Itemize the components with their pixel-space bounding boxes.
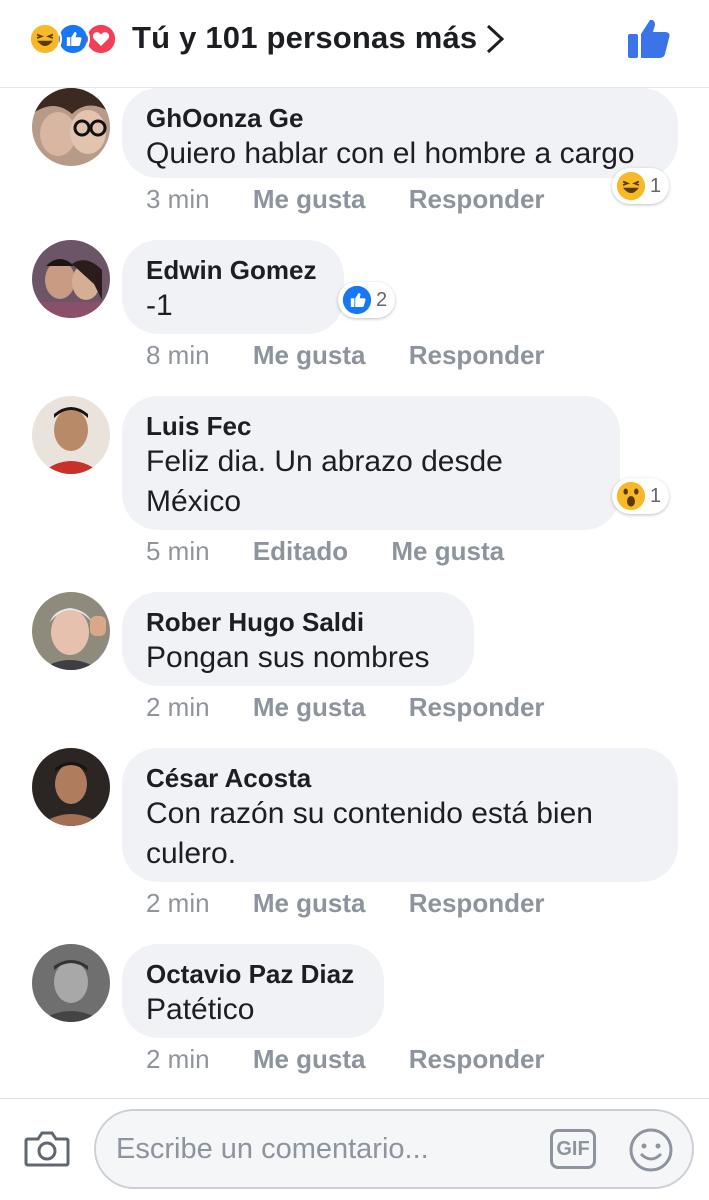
like-action[interactable]: Me gusta	[391, 536, 504, 567]
edited-label[interactable]: Editado	[253, 536, 348, 567]
reply-action[interactable]: Responder	[409, 184, 545, 215]
like-action[interactable]: Me gusta	[253, 1044, 366, 1075]
comment-bubble[interactable]: GhOonza Ge Quiero hablar con el hombre a…	[122, 88, 678, 178]
comment-text: culero.	[146, 837, 237, 870]
reply-action[interactable]: Responder	[409, 340, 545, 371]
comment-text: Pongan sus nombres	[146, 641, 430, 674]
avatar[interactable]	[32, 592, 110, 670]
like-action[interactable]: Me gusta	[253, 888, 366, 919]
comment-text: Con razón su contenido está bien	[146, 797, 593, 830]
comment-text: México	[146, 485, 242, 518]
avatar[interactable]	[32, 396, 110, 474]
comment-text: Feliz dia. Un abrazo desde	[146, 445, 503, 478]
comment-meta: 2 min Me gusta Responder	[146, 1044, 581, 1075]
reply-action[interactable]: Responder	[409, 1044, 545, 1075]
reactions-summary-text[interactable]: Tú y 101 personas más	[132, 20, 477, 56]
comment-meta: 5 min Editado Me gusta	[146, 536, 540, 567]
chevron-right-icon[interactable]	[482, 22, 508, 56]
comment-bubble[interactable]: Octavio Paz Diaz Patético	[122, 944, 384, 1038]
reactions-header[interactable]: Tú y 101 personas más	[0, 0, 709, 88]
comment-reaction-badge[interactable]: 1	[612, 478, 670, 514]
avatar[interactable]	[32, 748, 110, 826]
comment-time: 2 min	[146, 692, 210, 722]
comment-input-placeholder: Escribe un comentario...	[116, 1133, 429, 1165]
comment-thread[interactable]: GhOonza Ge Quiero hablar con el hombre a…	[0, 88, 709, 1098]
comment-text: Patético	[146, 993, 255, 1026]
comment-text: Quiero hablar con el hombre a cargo	[146, 137, 635, 170]
reply-action[interactable]: Responder	[409, 888, 545, 919]
comment-author[interactable]: GhOonza Ge	[146, 102, 654, 134]
camera-icon[interactable]	[24, 1127, 70, 1169]
thumbs-up-icon[interactable]	[626, 16, 672, 62]
comment-bubble[interactable]: Luis Fec Feliz dia. Un abrazo desde Méxi…	[122, 396, 620, 530]
comment-time: 3 min	[146, 184, 210, 214]
like-icon	[342, 285, 372, 315]
comment-meta: 3 min Me gusta Responder	[146, 184, 581, 215]
like-action[interactable]: Me gusta	[253, 340, 366, 371]
comment-time: 2 min	[146, 1044, 210, 1074]
reaction-count: 2	[376, 288, 388, 311]
comment-input[interactable]: Escribe un comentario... GIF	[94, 1109, 694, 1189]
reply-action[interactable]: Responder	[409, 692, 545, 723]
comment-composer: Escribe un comentario... GIF	[0, 1098, 709, 1200]
comment-time: 5 min	[146, 536, 210, 566]
comment-time: 2 min	[146, 888, 210, 918]
like-action[interactable]: Me gusta	[253, 692, 366, 723]
reaction-count: 1	[650, 484, 662, 507]
comment-bubble[interactable]: Rober Hugo Saldi Pongan sus nombres	[122, 592, 474, 686]
comment-author[interactable]: César Acosta	[146, 762, 654, 794]
comment-text: -1	[146, 289, 173, 322]
emoji-icon[interactable]	[628, 1127, 674, 1173]
gif-button[interactable]: GIF	[550, 1129, 596, 1169]
comment-author[interactable]: Octavio Paz Diaz	[146, 958, 360, 990]
comment-meta: 8 min Me gusta Responder	[146, 340, 581, 371]
like-action[interactable]: Me gusta	[253, 184, 366, 215]
comment-meta: 2 min Me gusta Responder	[146, 888, 581, 919]
comment-bubble[interactable]: Edwin Gomez -1	[122, 240, 344, 334]
comment-author[interactable]: Rober Hugo Saldi	[146, 606, 450, 638]
reaction-count: 1	[650, 174, 662, 197]
haha-icon	[616, 171, 646, 201]
avatar[interactable]	[32, 240, 110, 318]
comment-reaction-badge[interactable]: 2	[338, 282, 396, 318]
avatar[interactable]	[32, 88, 110, 166]
wow-icon	[616, 481, 646, 511]
comment-meta: 2 min Me gusta Responder	[146, 692, 581, 723]
comment-time: 8 min	[146, 340, 210, 370]
comment-author[interactable]: Luis Fec	[146, 410, 596, 442]
avatar[interactable]	[32, 944, 110, 1022]
haha-icon	[28, 22, 62, 56]
comment-bubble[interactable]: César Acosta Con razón su contenido está…	[122, 748, 678, 882]
comment-author[interactable]: Edwin Gomez	[146, 254, 320, 286]
reaction-summary[interactable]	[28, 22, 128, 56]
comment-reaction-badge[interactable]: 1	[612, 168, 670, 204]
